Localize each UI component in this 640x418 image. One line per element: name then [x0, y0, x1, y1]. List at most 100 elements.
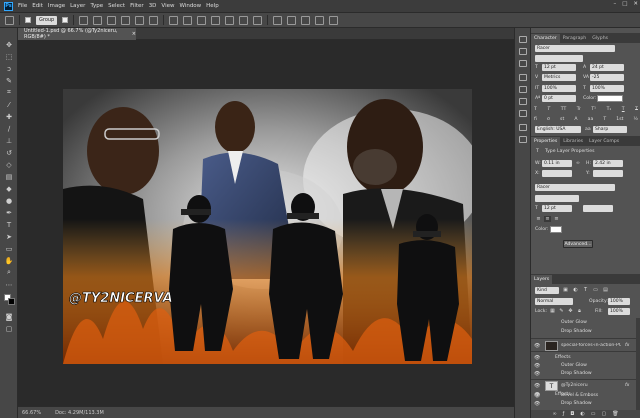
leading-input[interactable]: 24 pt: [590, 64, 624, 71]
styles-panel-icon[interactable]: [519, 98, 527, 105]
quick-select-tool-icon[interactable]: ✎: [4, 76, 14, 85]
type-tool-icon[interactable]: T: [4, 220, 14, 229]
advanced-button[interactable]: Advanced...: [563, 240, 593, 248]
menu-image[interactable]: Image: [48, 3, 65, 9]
new-group-icon[interactable]: ▭: [591, 411, 596, 417]
stylistic-alternates-button[interactable]: aa: [588, 117, 594, 125]
brush-panel-icon[interactable]: [519, 74, 527, 81]
width-input[interactable]: 0.11 in: [542, 160, 572, 167]
path-selection-tool-icon[interactable]: ➤: [4, 232, 14, 241]
tab-glyphs[interactable]: Glyphs: [589, 34, 611, 43]
gradient-tool-icon[interactable]: ▤: [4, 172, 14, 181]
properties-style-select[interactable]: [535, 195, 579, 202]
3d-slide-icon[interactable]: [315, 15, 325, 25]
filter-pixel-icon[interactable]: ▣: [562, 287, 569, 293]
filter-smart-object-icon[interactable]: ▤: [602, 287, 609, 293]
align-middle-icon[interactable]: [93, 15, 103, 25]
lasso-tool-icon[interactable]: ↄ: [4, 64, 14, 73]
properties-font-select[interactable]: Racer: [535, 184, 615, 191]
all-caps-button[interactable]: TT: [561, 107, 567, 115]
menu-layer[interactable]: Layer: [70, 3, 85, 9]
close-window-button[interactable]: ✕: [633, 1, 638, 7]
menu-3d[interactable]: 3D: [149, 3, 157, 9]
blend-mode-select[interactable]: Normal: [535, 298, 573, 305]
distribute-bottom-icon[interactable]: [197, 15, 207, 25]
visibility-eye-icon[interactable]: 👁︎: [534, 383, 540, 389]
titling-alternates-button[interactable]: T: [603, 117, 606, 125]
text-color-swatch[interactable]: [597, 95, 623, 102]
paragraph-panel-icon[interactable]: [519, 136, 527, 143]
distribute-left-icon[interactable]: [211, 15, 221, 25]
visibility-eye-icon[interactable]: 👁︎: [534, 371, 540, 377]
move-tool-preset-icon[interactable]: [5, 15, 14, 25]
document-tab[interactable]: Untitled-1.psd @ 66.7% (@Ty2niceru, RGB/…: [18, 28, 136, 40]
tab-layers[interactable]: Layers: [531, 275, 553, 284]
history-brush-tool-icon[interactable]: ↺: [4, 148, 14, 157]
lock-all-icon[interactable]: 🔒︎: [576, 308, 583, 314]
strikethrough-button[interactable]: T: [635, 107, 638, 115]
align-bottom-icon[interactable]: [107, 15, 117, 25]
language-select[interactable]: English: USA: [535, 126, 581, 133]
visibility-eye-icon[interactable]: 👁︎: [534, 343, 540, 349]
font-family-select[interactable]: Racer: [535, 45, 615, 52]
zoom-tool-icon[interactable]: ⌕: [4, 268, 14, 277]
baseline-shift-input[interactable]: 0 pt: [542, 95, 576, 102]
eraser-tool-icon[interactable]: ◇: [4, 160, 14, 169]
lock-transparent-icon[interactable]: ▦: [549, 308, 556, 314]
subscript-button[interactable]: T₁: [607, 107, 612, 115]
auto-select-dropdown[interactable]: Group: [36, 15, 58, 25]
height-input[interactable]: 2.42 in: [593, 160, 623, 167]
layer-row[interactable]: 👁︎ T @Ty2niceru fx: [531, 379, 636, 391]
hand-tool-icon[interactable]: ✋: [4, 256, 14, 265]
lock-image-icon[interactable]: ✎: [558, 308, 565, 314]
layer-name[interactable]: special-forces-in-action-PC...: [561, 343, 621, 348]
blur-tool-icon[interactable]: ◆: [4, 184, 14, 193]
marquee-tool-icon[interactable]: ⬚: [4, 52, 14, 61]
layer-row[interactable]: 👁︎ special-forces-in-action-PC... fx: [531, 338, 636, 352]
ordinals-button[interactable]: 1st: [616, 117, 623, 125]
menu-type[interactable]: Type: [90, 3, 103, 9]
fill-input[interactable]: 100%: [608, 308, 630, 315]
delete-layer-icon[interactable]: 🗑︎: [612, 411, 618, 417]
discretionary-ligatures-button[interactable]: st: [560, 117, 564, 125]
swash-button[interactable]: A: [574, 117, 577, 125]
layers-list[interactable]: Outer Glow Drop Shadow 👁︎ special-forces…: [531, 318, 636, 402]
visibility-eye-icon[interactable]: 👁︎: [534, 401, 540, 407]
fx-icon[interactable]: fx: [625, 383, 629, 388]
vertical-scale-input[interactable]: 100%: [542, 85, 576, 92]
underline-button[interactable]: T: [622, 107, 625, 115]
adjustments-panel-icon[interactable]: [519, 86, 527, 93]
layer-name[interactable]: @Ty2niceru: [561, 383, 588, 388]
filter-type-icon[interactable]: T: [582, 287, 589, 293]
move-tool-icon[interactable]: ✥: [4, 40, 14, 49]
background-color-swatch[interactable]: [8, 298, 15, 305]
font-style-select[interactable]: [535, 55, 583, 62]
small-caps-button[interactable]: Tr: [577, 107, 581, 115]
tab-character[interactable]: Character: [531, 34, 560, 43]
healing-brush-tool-icon[interactable]: ✚: [4, 112, 14, 121]
menu-file[interactable]: File: [18, 3, 27, 9]
auto-select-checkbox[interactable]: [25, 17, 31, 23]
tab-properties[interactable]: Properties: [531, 137, 561, 146]
auto-align-icon[interactable]: [253, 15, 263, 25]
document-canvas[interactable]: @TY2NICERVA: [63, 89, 472, 364]
tab-libraries[interactable]: Libraries: [560, 137, 586, 146]
add-style-icon[interactable]: ƒ: [563, 411, 565, 417]
menu-help[interactable]: Help: [206, 3, 219, 9]
old-style-button[interactable]: σ: [547, 117, 550, 125]
ligatures-button[interactable]: fi: [534, 117, 537, 125]
properties-size-input[interactable]: 12 pt: [542, 205, 572, 212]
properties-color-swatch[interactable]: [550, 226, 562, 233]
more-tools-icon[interactable]: ⋯: [4, 280, 14, 289]
menu-select[interactable]: Select: [108, 3, 125, 9]
fx-icon[interactable]: fx: [625, 343, 629, 348]
tracking-input[interactable]: -25: [590, 74, 624, 81]
faux-bold-button[interactable]: T: [534, 107, 537, 115]
superscript-button[interactable]: T¹: [591, 107, 596, 115]
distribute-middle-icon[interactable]: [183, 15, 193, 25]
visibility-eye-icon[interactable]: 👁︎: [534, 355, 540, 361]
distribute-top-icon[interactable]: [169, 15, 179, 25]
3d-roll-icon[interactable]: [287, 15, 297, 25]
align-center-text-icon[interactable]: ≡: [544, 216, 551, 222]
color-panel-icon[interactable]: [519, 48, 527, 55]
